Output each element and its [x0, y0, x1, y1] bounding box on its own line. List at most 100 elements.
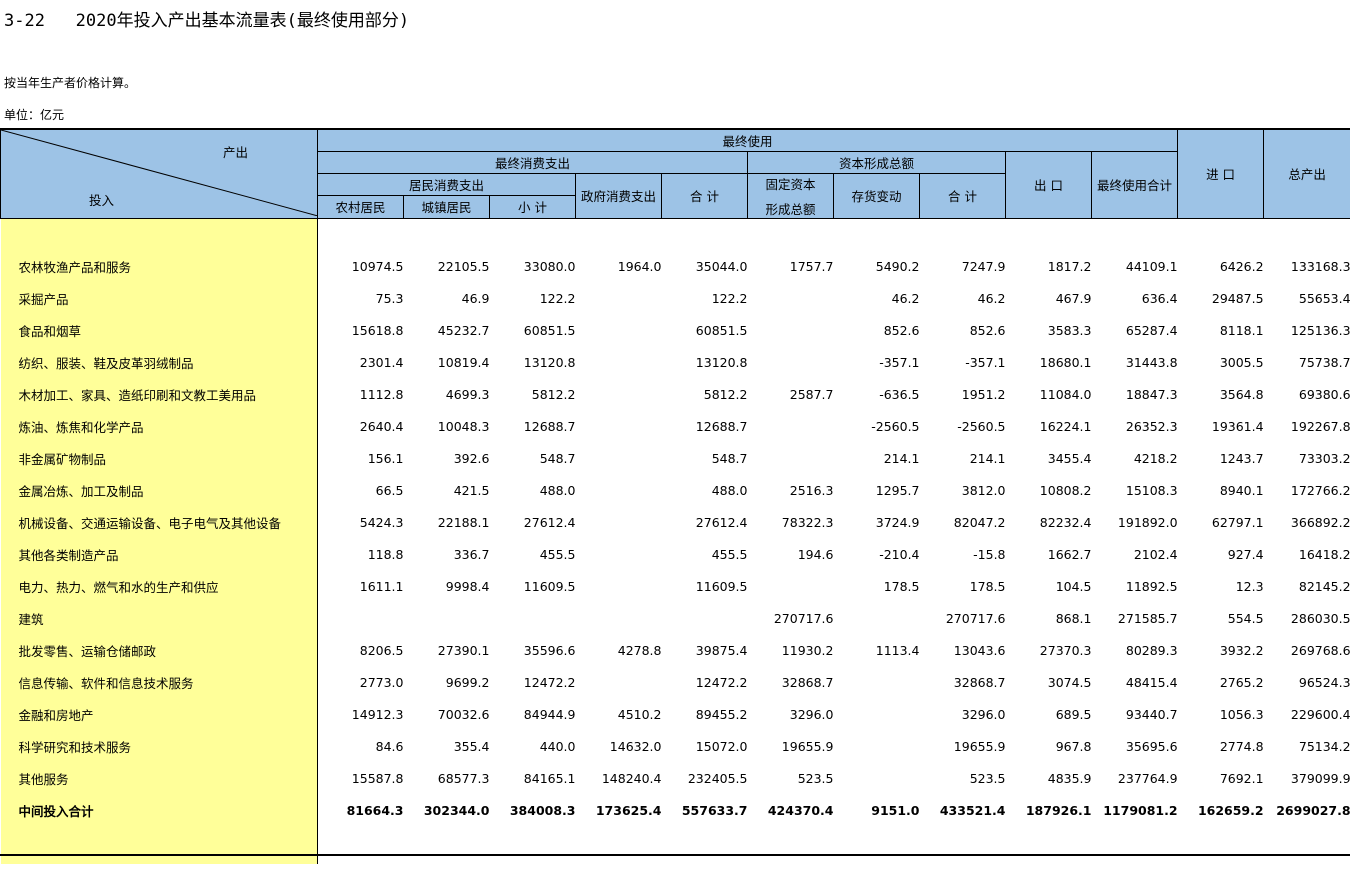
value-cell: 15108.3 [1125, 482, 1178, 498]
household-subtotal-header: 小 计 [489, 195, 576, 219]
table-row: 采掘产品 75.3 46.9 122.2 122.2 46.2 46.2 467.9 636.4… [0, 282, 1350, 314]
value-cell: 1964.0 [617, 258, 662, 274]
value-cell [834, 762, 920, 794]
value-cell [748, 570, 834, 602]
table-row: 信息传输、软件和信息技术服务 2773.0 9699.2 12472.2 12472.2… [0, 666, 1350, 698]
table-row: 木材加工、家具、造纸印刷和文教工美用品 1112.8 4699.3 5812.2 581… [0, 378, 1350, 410]
value-cell: 69380.6 [1298, 386, 1350, 402]
value-cell: 89455.2 [695, 706, 748, 722]
value-cell: 8206.5 [359, 642, 404, 658]
value-cell: 3296.0 [961, 706, 1006, 722]
value-cell: 70032.6 [437, 706, 490, 722]
table-row: 批发零售、运输仓储邮政 8206.5 27390.1 35596.6 4278.8 398… [0, 634, 1350, 666]
value-cell: 14912.3 [351, 706, 404, 722]
value-cell: 82232.4 [1039, 514, 1092, 530]
value-cell: 455.5 [539, 546, 576, 562]
value-cell: 22105.5 [437, 258, 490, 274]
final-consumption-header: 最终消费支出 [317, 150, 748, 174]
value-cell: 269768.6 [1290, 642, 1350, 658]
value-cell: 27612.4 [523, 514, 576, 530]
value-cell [576, 314, 662, 346]
value-cell: 1817.2 [1047, 258, 1092, 274]
value-cell: 548.7 [711, 450, 748, 466]
table-row: 科学研究和技术服务 84.6 355.4 440.0 14632.0 15072.0 196… [0, 730, 1350, 762]
value-cell [576, 474, 662, 506]
inventory-header: 存货变动 [833, 172, 920, 219]
value-cell: 379099.9 [1290, 770, 1350, 786]
spacer-cell [318, 826, 1350, 864]
value-cell: 16418.2 [1298, 546, 1350, 562]
value-cell: 46.9 [461, 290, 490, 306]
imports-header: 进 口 [1177, 128, 1265, 219]
household-consumption-header: 居民消费支出 [317, 172, 576, 196]
row-label: 机械设备、交通运输设备、电子电气及其他设备 [0, 506, 318, 538]
row-label: 纺织、服装、鞋及皮革羽绒制品 [0, 346, 318, 378]
value-cell: 5490.2 [875, 258, 920, 274]
value-cell: 1611.1 [359, 578, 404, 594]
value-cell: 75.3 [375, 290, 404, 306]
value-cell: 122.2 [711, 290, 748, 306]
value-cell: 488.0 [711, 482, 748, 498]
value-cell: -2560.5 [957, 418, 1006, 434]
total-row-label: 中间投入合计 [0, 794, 318, 826]
value-cell: 18680.1 [1039, 354, 1092, 370]
value-cell: 214.1 [969, 450, 1006, 466]
value-cell: 125136.3 [1290, 322, 1350, 338]
value-cell: 852.6 [883, 322, 920, 338]
value-cell: 336.7 [453, 546, 490, 562]
value-cell: 12472.2 [695, 674, 748, 690]
value-cell: 557633.7 [681, 802, 748, 818]
value-cell: 12472.2 [523, 674, 576, 690]
value-cell: 2699027.8 [1276, 802, 1350, 818]
value-cell: 10819.4 [437, 354, 490, 370]
value-cell [576, 602, 662, 634]
fixed-capital-line2: 形成总额 [765, 201, 816, 217]
value-cell: 433521.4 [939, 802, 1006, 818]
value-cell: 2765.2 [1219, 674, 1264, 690]
value-cell: 60851.5 [695, 322, 748, 338]
value-cell: 44109.1 [1125, 258, 1178, 274]
table-row: 农林牧渔产品和服务 10974.5 22105.5 33080.0 1964.0 3504… [0, 250, 1350, 282]
value-cell: 1112.8 [359, 386, 404, 402]
value-cell: 11084.0 [1039, 386, 1092, 402]
spacer-cell [0, 218, 318, 250]
value-cell: 7247.9 [961, 258, 1006, 274]
value-cell: 1243.7 [1219, 450, 1264, 466]
value-cell: 16224.1 [1039, 418, 1092, 434]
value-cell: 27370.3 [1039, 642, 1092, 658]
value-cell: 15618.8 [351, 322, 404, 338]
price-note: 按当年生产者价格计算。 [4, 76, 137, 90]
value-cell: 162659.2 [1197, 802, 1264, 818]
value-cell [834, 698, 920, 730]
value-cell: 133168.3 [1290, 258, 1350, 274]
value-cell: 104.5 [1055, 578, 1092, 594]
capital-total-header: 合 计 [919, 172, 1006, 219]
value-cell: 55653.4 [1298, 290, 1350, 306]
table-row: 建筑 270717.6 270717.6 868.1 271585.7 554.5 2860… [0, 602, 1350, 634]
table-row: 纺织、服装、鞋及皮革羽绒制品 2301.4 10819.4 13120.8 13120.… [0, 346, 1350, 378]
value-cell: 60851.5 [523, 322, 576, 338]
value-cell: 1662.7 [1047, 546, 1092, 562]
row-label: 木材加工、家具、造纸印刷和文教工美用品 [0, 378, 318, 410]
value-cell: 3583.3 [1047, 322, 1092, 338]
value-cell: 4835.9 [1047, 770, 1092, 786]
row-label: 农林牧渔产品和服务 [0, 250, 318, 282]
value-cell: 45232.7 [437, 322, 490, 338]
value-cell: 1179081.2 [1103, 802, 1178, 818]
value-cell: -15.8 [973, 546, 1006, 562]
value-cell: 4699.3 [445, 386, 490, 402]
value-cell [576, 666, 662, 698]
value-cell: 75738.7 [1298, 354, 1350, 370]
value-cell: 148240.4 [601, 770, 662, 786]
value-cell: 3564.8 [1219, 386, 1264, 402]
value-cell [404, 602, 490, 634]
table-row: 电力、热力、燃气和水的生产和供应 1611.1 9998.4 11609.5 11609… [0, 570, 1350, 602]
value-cell: 118.8 [367, 546, 404, 562]
value-cell: 355.4 [453, 738, 490, 754]
row-label: 金融和房地产 [0, 698, 318, 730]
table-row: 非金属矿物制品 156.1 392.6 548.7 548.7 214.1 214.1 345… [0, 442, 1350, 474]
value-cell: 927.4 [1227, 546, 1264, 562]
total-output-header: 总产出 [1263, 128, 1350, 219]
value-cell: 46.2 [977, 290, 1006, 306]
value-cell: 8940.1 [1219, 482, 1264, 498]
